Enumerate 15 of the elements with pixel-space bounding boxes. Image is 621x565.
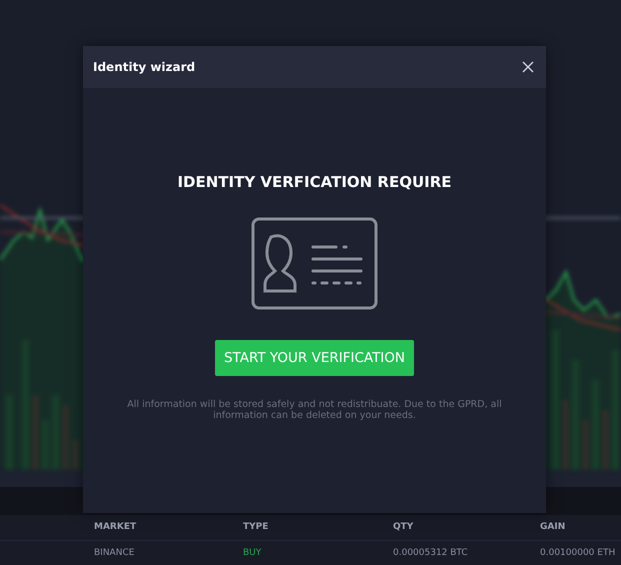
column-header: GAIN bbox=[540, 522, 566, 532]
table-cell: 0.00100000 ETH bbox=[540, 548, 616, 558]
table-cell: BINANCE bbox=[94, 548, 134, 558]
privacy-note: All information will be stored safely and not redistribuate. Due to the GPRD, all information can be deleted on your needs. bbox=[126, 400, 503, 422]
close-button[interactable] bbox=[520, 59, 536, 75]
column-header: TYPE bbox=[243, 522, 268, 532]
table-cell: 0.00005312 BTC bbox=[393, 548, 468, 558]
table-cell: BUY bbox=[243, 548, 262, 558]
start-verification-button[interactable]: START YOUR VERIFICATION bbox=[214, 340, 414, 376]
dialog-title: Identity wizard bbox=[93, 59, 196, 76]
column-header: QTY bbox=[393, 522, 414, 532]
dialog-heading: IDENTITY VERFICATION REQUIRE bbox=[177, 173, 452, 191]
close-icon bbox=[522, 61, 534, 73]
id-card-icon bbox=[251, 217, 378, 310]
column-header: MARKET bbox=[94, 522, 136, 532]
